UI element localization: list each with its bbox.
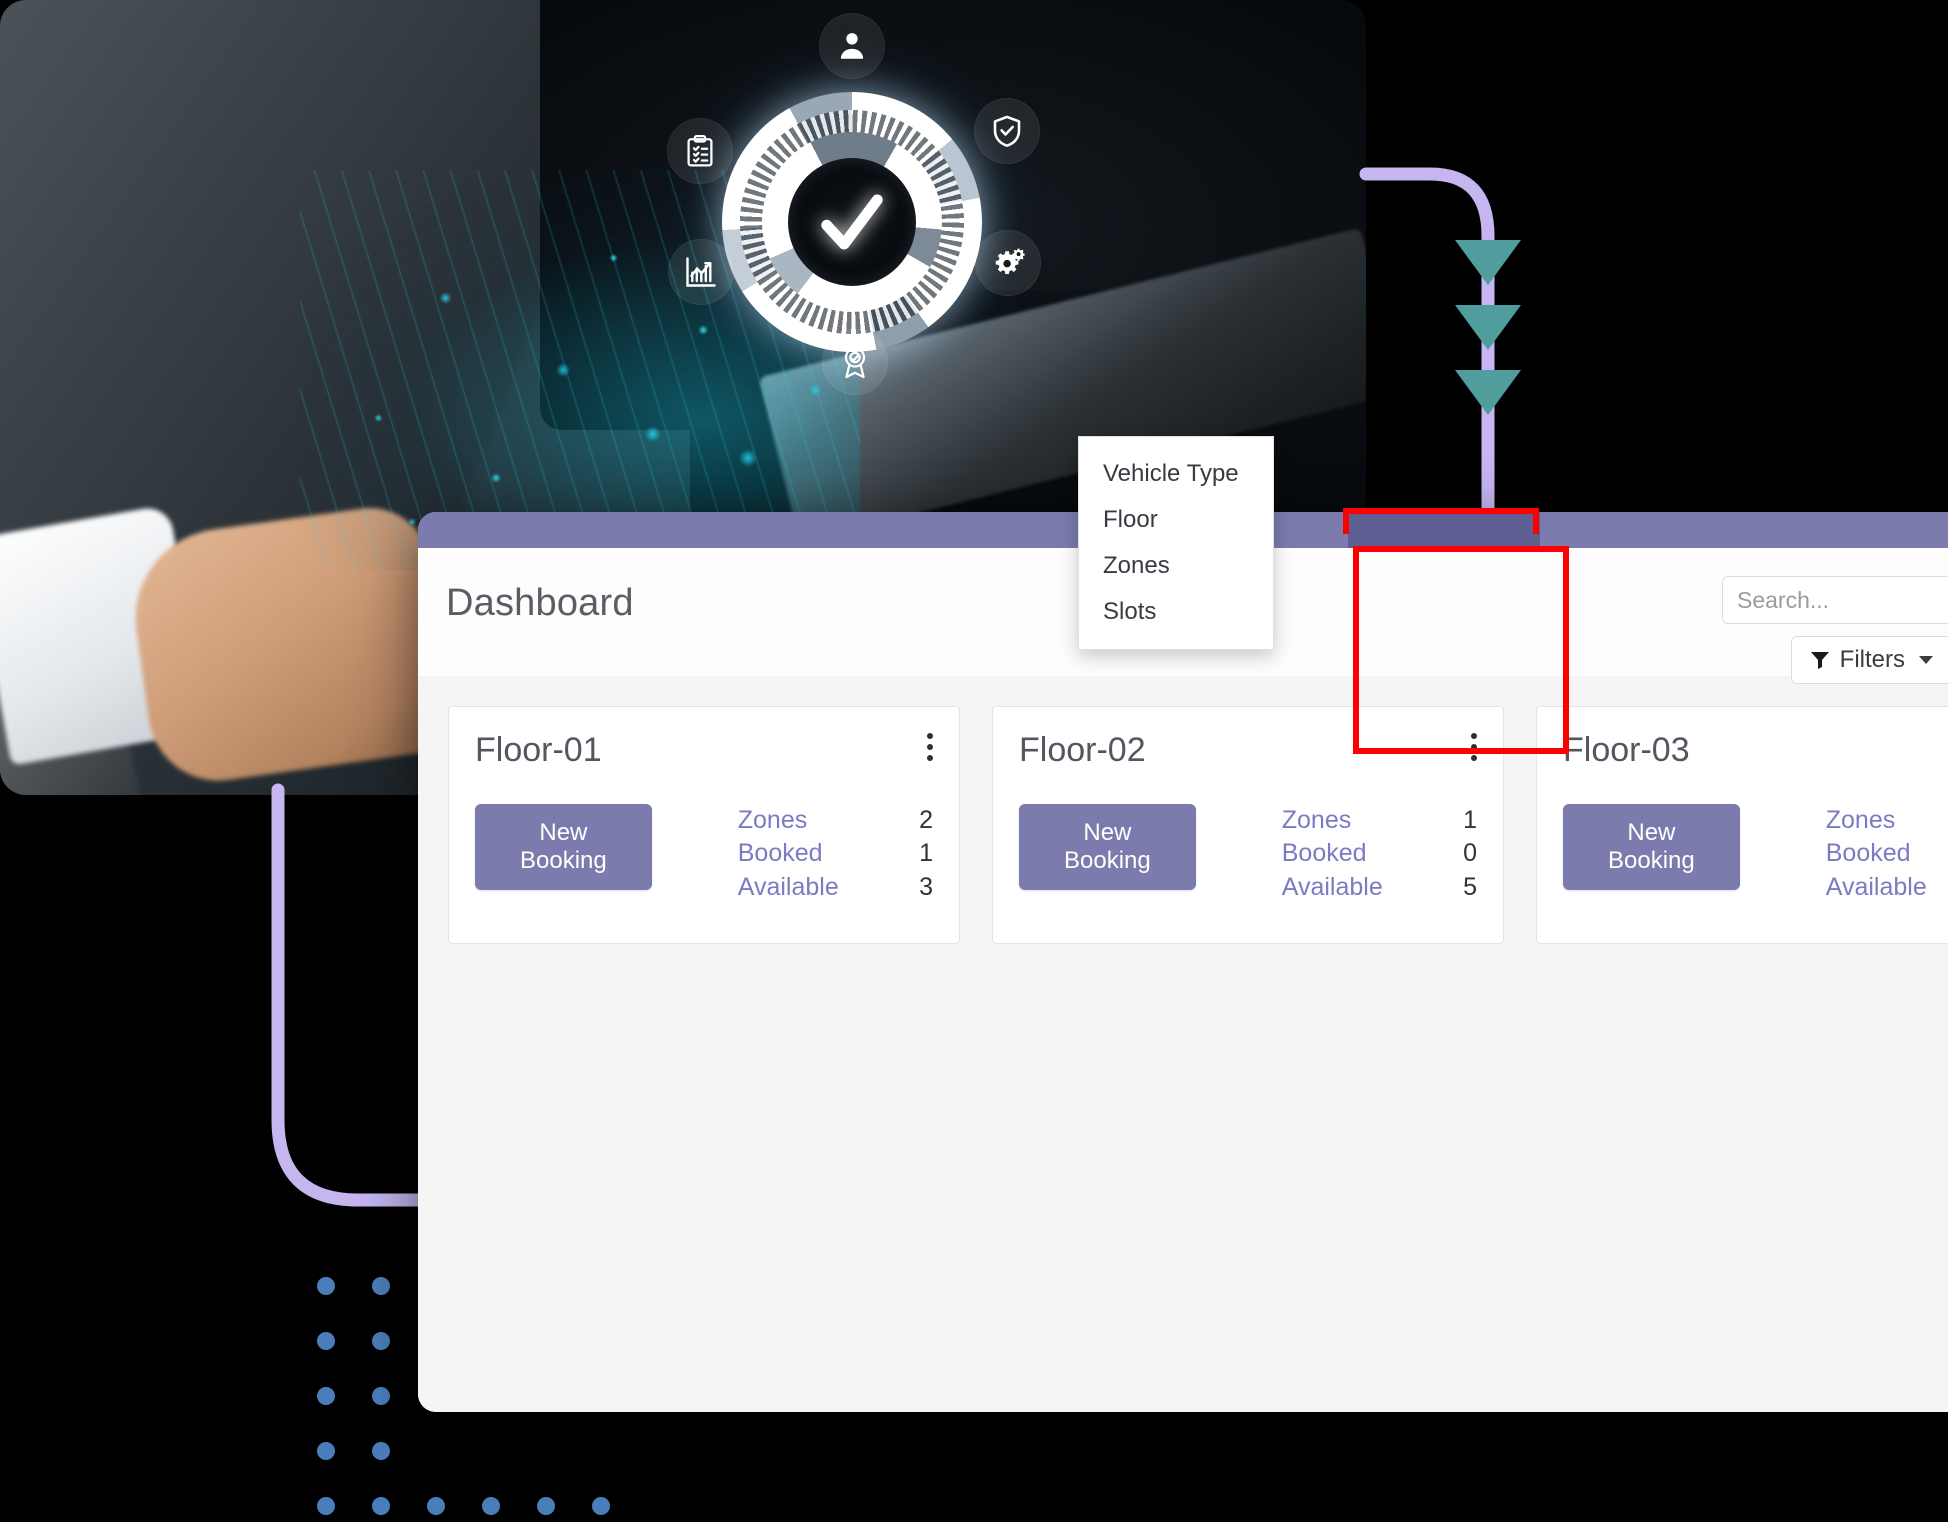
stat-value: 1 bbox=[1463, 806, 1477, 834]
grid-dot bbox=[372, 1332, 390, 1350]
teal-arrow-2 bbox=[1455, 305, 1521, 350]
clipboard-checklist-icon bbox=[667, 118, 733, 184]
chevron-down-icon bbox=[1919, 656, 1933, 664]
dropdown-item-slots[interactable]: Slots bbox=[1079, 589, 1273, 635]
stat-row: Booked 0 bbox=[1282, 837, 1477, 870]
topbar-active-nav-item[interactable] bbox=[1348, 512, 1540, 548]
card-menu-icon[interactable] bbox=[927, 733, 933, 761]
stat-label: Available bbox=[1825, 872, 1927, 901]
dropdown-item-zones[interactable]: Zones bbox=[1079, 543, 1273, 589]
grid-dot bbox=[317, 1497, 335, 1515]
grid-dot bbox=[482, 1497, 500, 1515]
grid-dot bbox=[537, 1497, 555, 1515]
hud-core bbox=[788, 158, 916, 286]
filters-dropdown-menu: Vehicle Type Floor Zones Slots bbox=[1078, 436, 1274, 650]
grid-dot bbox=[592, 1497, 610, 1515]
floor-cards-list: Floor-01 New Booking Zones 2 Booked 1 Avai… bbox=[418, 676, 1948, 1412]
stat-row: Available bbox=[1826, 871, 1948, 904]
grid-dot bbox=[317, 1442, 335, 1460]
new-booking-button[interactable]: New Booking bbox=[1019, 804, 1196, 890]
filters-button[interactable]: Filters bbox=[1790, 636, 1948, 684]
stat-label: Zones bbox=[737, 806, 808, 834]
filters-label: Filters bbox=[1839, 646, 1905, 673]
dropdown-item-floor[interactable]: Floor bbox=[1079, 497, 1273, 543]
stat-row: Zones bbox=[1826, 804, 1948, 837]
grid-dot bbox=[427, 1497, 445, 1515]
stat-row: Booked 1 bbox=[738, 837, 933, 870]
stat-label: Zones bbox=[1825, 806, 1896, 834]
stat-label: Booked bbox=[1281, 839, 1367, 868]
stat-row: Zones 2 bbox=[738, 804, 933, 837]
card-menu-icon[interactable] bbox=[1471, 733, 1477, 761]
stat-value: 0 bbox=[1463, 839, 1477, 868]
card-stats: Zones Booked Available bbox=[1826, 804, 1948, 904]
stat-row: Booked bbox=[1826, 837, 1948, 870]
card-stats: Zones 2 Booked 1 Available 3 bbox=[738, 804, 933, 904]
floor-card: Floor-02 New Booking Zones 1 Booked 0 Avai… bbox=[992, 706, 1504, 944]
grid-dot bbox=[372, 1277, 390, 1295]
user-icon bbox=[819, 13, 885, 79]
teal-arrow-1 bbox=[1455, 240, 1521, 285]
grid-dot bbox=[372, 1442, 390, 1460]
card-title: Floor-02 bbox=[1019, 731, 1146, 769]
bar-chart-growth-icon bbox=[668, 239, 734, 305]
shield-check-icon bbox=[974, 98, 1040, 164]
quality-hud-ring bbox=[722, 92, 982, 352]
stat-label: Available bbox=[737, 872, 839, 901]
stat-value: 5 bbox=[1463, 872, 1477, 901]
grid-dot bbox=[317, 1332, 335, 1350]
stat-label: Available bbox=[1281, 872, 1383, 901]
search-input[interactable]: Search... bbox=[1722, 576, 1948, 624]
teal-arrow-3 bbox=[1455, 370, 1521, 415]
funnel-icon bbox=[1810, 652, 1829, 669]
stat-row: Available 3 bbox=[738, 871, 933, 904]
new-booking-button[interactable]: New Booking bbox=[475, 804, 652, 890]
grid-dot bbox=[317, 1387, 335, 1405]
grid-dot bbox=[372, 1387, 390, 1405]
stat-label: Booked bbox=[737, 839, 823, 868]
checkmark-icon bbox=[821, 194, 883, 250]
card-title: Floor-01 bbox=[475, 731, 602, 769]
stat-label: Booked bbox=[1825, 839, 1911, 868]
stat-value: 3 bbox=[919, 872, 933, 901]
stat-row: Available 5 bbox=[1282, 871, 1477, 904]
floor-card: Floor-01 New Booking Zones 2 Booked 1 Avai… bbox=[448, 706, 960, 944]
award-ribbon-icon bbox=[822, 329, 888, 395]
page-title: Dashboard bbox=[446, 582, 634, 624]
floor-card: Floor-03 New Booking Zones Booked Availa… bbox=[1536, 706, 1948, 944]
connector-line-top bbox=[1359, 167, 1495, 547]
dropdown-item-vehicle-type[interactable]: Vehicle Type bbox=[1079, 451, 1273, 497]
grid-dot bbox=[372, 1497, 390, 1515]
new-booking-button[interactable]: New Booking bbox=[1563, 804, 1740, 890]
stat-value: 1 bbox=[919, 839, 933, 868]
card-title: Floor-03 bbox=[1563, 731, 1690, 769]
gears-icon bbox=[975, 230, 1041, 296]
grid-dot bbox=[317, 1277, 335, 1295]
card-stats: Zones 1 Booked 0 Available 5 bbox=[1282, 804, 1477, 904]
connector-line-bottom bbox=[271, 783, 437, 1207]
stat-value: 2 bbox=[919, 806, 933, 834]
screenshot-stage: Dashboard Search... Filters Floor-01 New… bbox=[0, 0, 1948, 1522]
stat-row: Zones 1 bbox=[1282, 804, 1477, 837]
hand bbox=[124, 500, 456, 790]
search-placeholder-text: Search... bbox=[1737, 586, 1830, 613]
stat-label: Zones bbox=[1281, 806, 1352, 834]
